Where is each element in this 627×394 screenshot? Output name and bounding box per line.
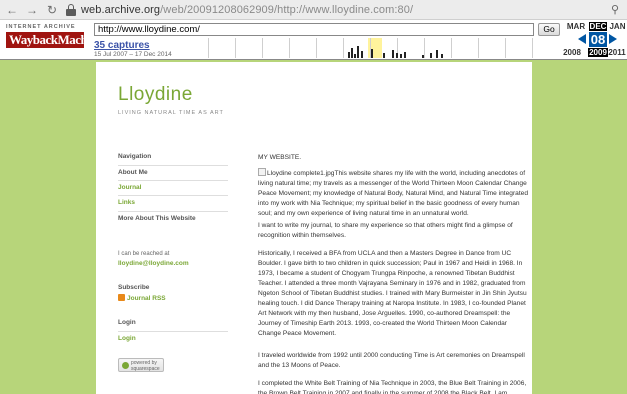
url-host: web.archive.org (81, 3, 161, 16)
site-title[interactable]: Lloydine (118, 84, 193, 106)
subscribe-heading: Subscribe (118, 284, 150, 291)
capture-bar (354, 54, 356, 58)
prev-month-link[interactable]: MAR (562, 22, 590, 31)
contact-block: I can be reached at lloydine@lloydine.co… (118, 251, 228, 269)
sparkline-divider (505, 38, 506, 58)
paragraph-text: Lloydine complete1.jpgThis website share… (258, 170, 528, 217)
capture-bar (392, 50, 394, 58)
more-about-heading: More About This Website (118, 215, 196, 222)
capture-bar (441, 54, 443, 58)
sparkline-divider (208, 38, 209, 58)
email-link[interactable]: lloydine@lloydine.com (118, 260, 228, 269)
capture-bar (348, 52, 350, 58)
address-bar[interactable]: web.archive.org/web/20091208062909/http:… (81, 4, 413, 16)
url-path: /web/20091208062909/http://www.lloydine.… (160, 3, 414, 16)
sparkline-divider (289, 38, 290, 58)
capture-bar (371, 49, 373, 58)
rss-icon (118, 294, 125, 301)
capture-bar (422, 55, 424, 58)
zoom-icon[interactable]: ⚲ (611, 3, 619, 16)
content-paragraph: Historically, I received a BFA from UCLA… (258, 250, 527, 337)
forward-arrow-icon[interactable]: → (24, 2, 40, 18)
prev-year-link[interactable]: 2008 (558, 48, 586, 57)
capture-range: 15 Jul 2007 – 17 Dec 2014 (94, 51, 172, 58)
sparkline-divider (451, 38, 452, 58)
back-arrow-icon[interactable]: ← (4, 2, 20, 18)
reach-text: I can be reached at (118, 251, 170, 257)
capture-bar (404, 52, 406, 58)
capture-bar (396, 53, 398, 58)
lock-icon (66, 3, 76, 16)
archived-page: Lloydine LIVING NATURAL TIME AS ART Navi… (96, 62, 532, 394)
squarespace-badge-label: powered by squarespace (131, 360, 160, 372)
sparkline-divider (532, 38, 533, 58)
nav-item-about-me[interactable]: About Me (118, 169, 228, 178)
capture-bar (351, 48, 353, 58)
capture-sparkline[interactable] (208, 38, 538, 58)
subscribe-block: Subscribe Journal RSS (118, 284, 228, 303)
divider (118, 211, 228, 212)
wayback-machine-label: WaybackMachine (6, 32, 103, 48)
login-block: Login Login (118, 319, 228, 344)
content-heading: MY WEBSITE. (258, 154, 302, 161)
next-month-link[interactable]: JAN (608, 22, 627, 31)
sparkline-divider (316, 38, 317, 58)
sparkline-divider (235, 38, 236, 58)
internet-archive-label: INTERNET ARCHIVE (6, 24, 76, 30)
divider (118, 331, 228, 332)
wayback-logo[interactable]: INTERNET ARCHIVE WaybackMachine (6, 24, 103, 54)
prev-capture-arrow-icon[interactable] (578, 34, 586, 44)
navigation-heading: Navigation (118, 153, 152, 160)
next-year-link[interactable]: 2011 (607, 48, 627, 57)
divider (118, 195, 228, 196)
next-capture-arrow-icon[interactable] (609, 34, 617, 44)
current-year: 2009 (588, 48, 608, 57)
navigation-block: Navigation About Me Journal Links (118, 153, 228, 208)
capture-bar (357, 46, 359, 58)
login-link[interactable]: Login (118, 335, 228, 344)
content-paragraph: I completed the White Belt Training of N… (258, 380, 527, 394)
divider (118, 165, 228, 166)
current-day: 08 (589, 32, 607, 47)
journal-rss-link[interactable]: Journal RSS (118, 294, 228, 303)
sparkline-divider (478, 38, 479, 58)
nav-item-journal[interactable]: Journal (118, 184, 228, 193)
squarespace-logo-icon (122, 362, 129, 369)
capture-bar (361, 51, 363, 58)
site-subtitle: LIVING NATURAL TIME AS ART (118, 110, 224, 116)
capture-bar (400, 54, 402, 58)
wayback-toolbar: INTERNET ARCHIVE WaybackMachine http://w… (0, 20, 627, 60)
squarespace-badge[interactable]: powered by squarespace (118, 358, 164, 372)
broken-image-icon (258, 168, 266, 176)
capture-bar (430, 53, 432, 58)
more-about-block: More About This Website (118, 209, 228, 225)
divider (118, 180, 228, 181)
captures-link[interactable]: 35 captures (94, 40, 150, 51)
sparkline-divider (262, 38, 263, 58)
nav-item-links[interactable]: Links (118, 199, 228, 208)
current-month: DEC (589, 22, 607, 31)
journal-rss-label: Journal RSS (127, 295, 166, 302)
login-heading: Login (118, 319, 136, 326)
capture-bar (436, 50, 438, 58)
go-button[interactable]: Go (538, 23, 560, 36)
content-paragraph: I want to write my journal, to share my … (258, 222, 513, 239)
reload-icon[interactable]: ↻ (44, 2, 60, 18)
sparkline-divider (424, 38, 425, 58)
content-paragraph: I traveled worldwide from 1992 until 200… (258, 352, 525, 369)
browser-toolbar: ← → ↻ web.archive.org/web/20091208062909… (0, 0, 627, 20)
content-paragraph: Lloydine complete1.jpgThis website share… (258, 168, 528, 219)
sparkline-divider (343, 38, 344, 58)
wayback-url-input[interactable]: http://www.lloydine.com/ (94, 23, 534, 36)
capture-bar (383, 53, 385, 58)
